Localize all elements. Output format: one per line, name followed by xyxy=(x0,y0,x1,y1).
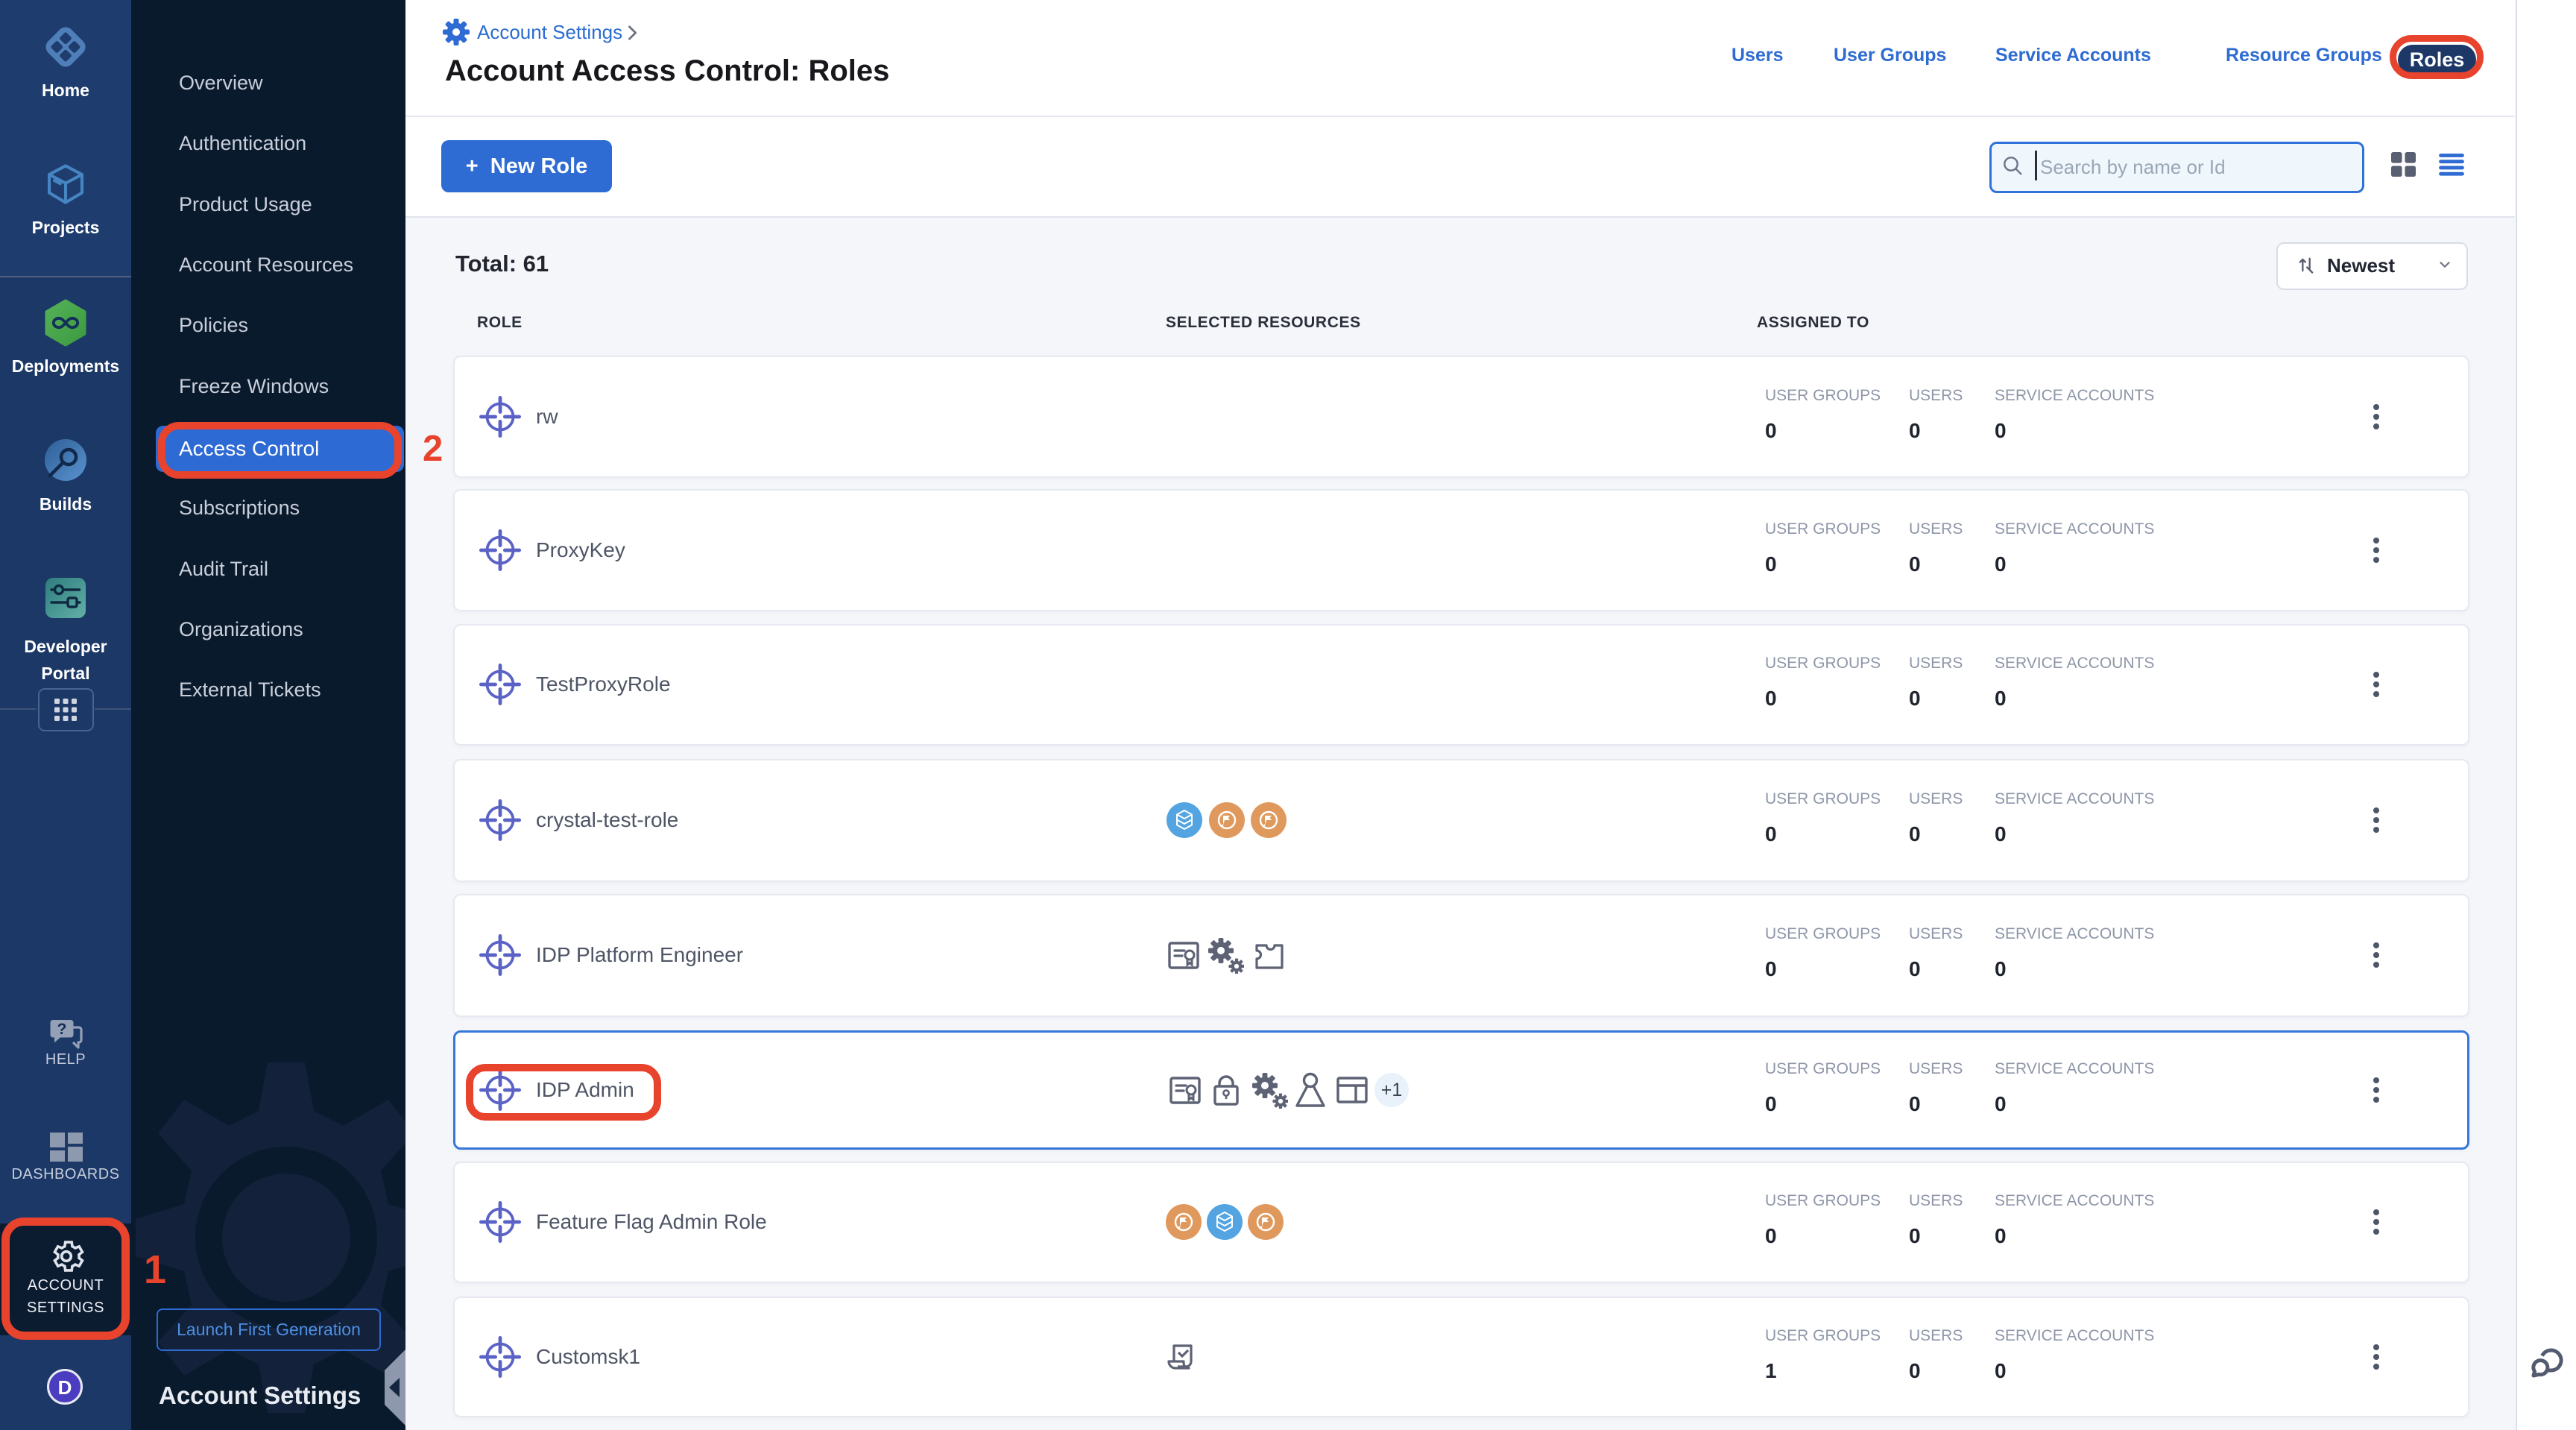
svg-text:?: ? xyxy=(57,1021,67,1038)
